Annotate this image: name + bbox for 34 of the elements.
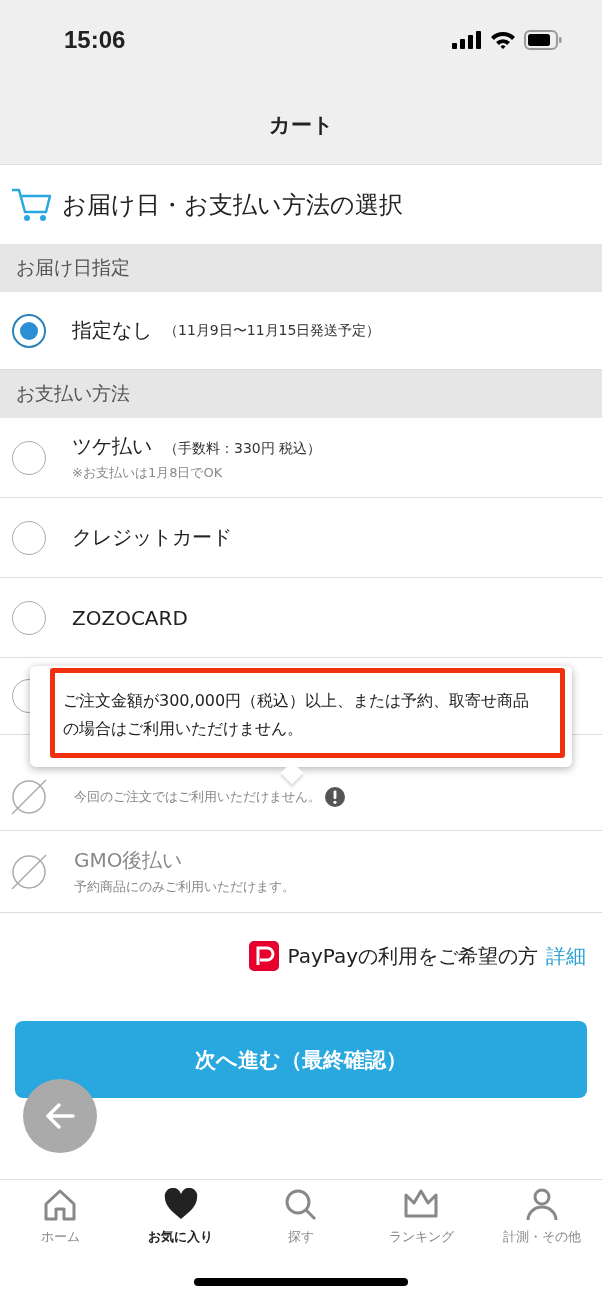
radio-button[interactable]	[12, 313, 46, 348]
section-header: お届け日指定	[0, 244, 602, 292]
option-label: ツケ払い	[72, 433, 152, 460]
page-title: お届け日・お支払い方法の選択	[62, 189, 403, 221]
option-label: ZOZOCARD	[72, 605, 188, 630]
option-note: 予約商品にのみご利用いただけます。	[74, 878, 295, 896]
heart-icon	[162, 1188, 199, 1222]
option-note: ※お支払いは1月8日でOK	[72, 464, 223, 482]
tab-item[interactable]: お気に入り	[120, 1180, 241, 1260]
option-label: クレジットカード	[72, 524, 232, 551]
tooltip-text: ご注文金額が300,000円（税込）以上、または予約、取寄せ商品の場合はご利用いただけません。	[63, 690, 530, 738]
option-note: （11月9日〜11月15日発送予定）	[164, 321, 381, 340]
battery-icon	[524, 29, 562, 50]
section-header: お支払い方法	[0, 370, 602, 418]
search-icon	[283, 1188, 319, 1222]
tab-item[interactable]: 計測・その他	[481, 1180, 602, 1260]
wifi-icon	[490, 30, 516, 49]
option-note: （手数料：330円 税込）	[164, 440, 322, 458]
tab-item[interactable]: ホーム	[0, 1180, 121, 1260]
paypay-text: PayPayの利用をご希望の方	[287, 942, 538, 970]
option-label: 指定なし	[72, 317, 152, 344]
signal-icon	[452, 30, 482, 49]
tab-item[interactable]: 探す	[240, 1180, 362, 1260]
header-bar: カート	[0, 85, 602, 165]
tab-item[interactable]: ランキング	[361, 1180, 482, 1260]
home-icon	[42, 1188, 79, 1222]
exclamation-icon[interactable]	[324, 785, 346, 808]
status-time: 15:06	[64, 25, 126, 54]
arrow-left-icon	[45, 1103, 75, 1129]
next-button[interactable]: 次へ進む（最終確認）	[15, 1021, 587, 1098]
details-link[interactable]: 詳細	[546, 942, 586, 970]
paypay-logo-icon	[249, 941, 280, 971]
option-note: 今回のご注文ではご利用いただけません。	[74, 787, 321, 806]
option-label: GMO後払い	[74, 847, 183, 874]
